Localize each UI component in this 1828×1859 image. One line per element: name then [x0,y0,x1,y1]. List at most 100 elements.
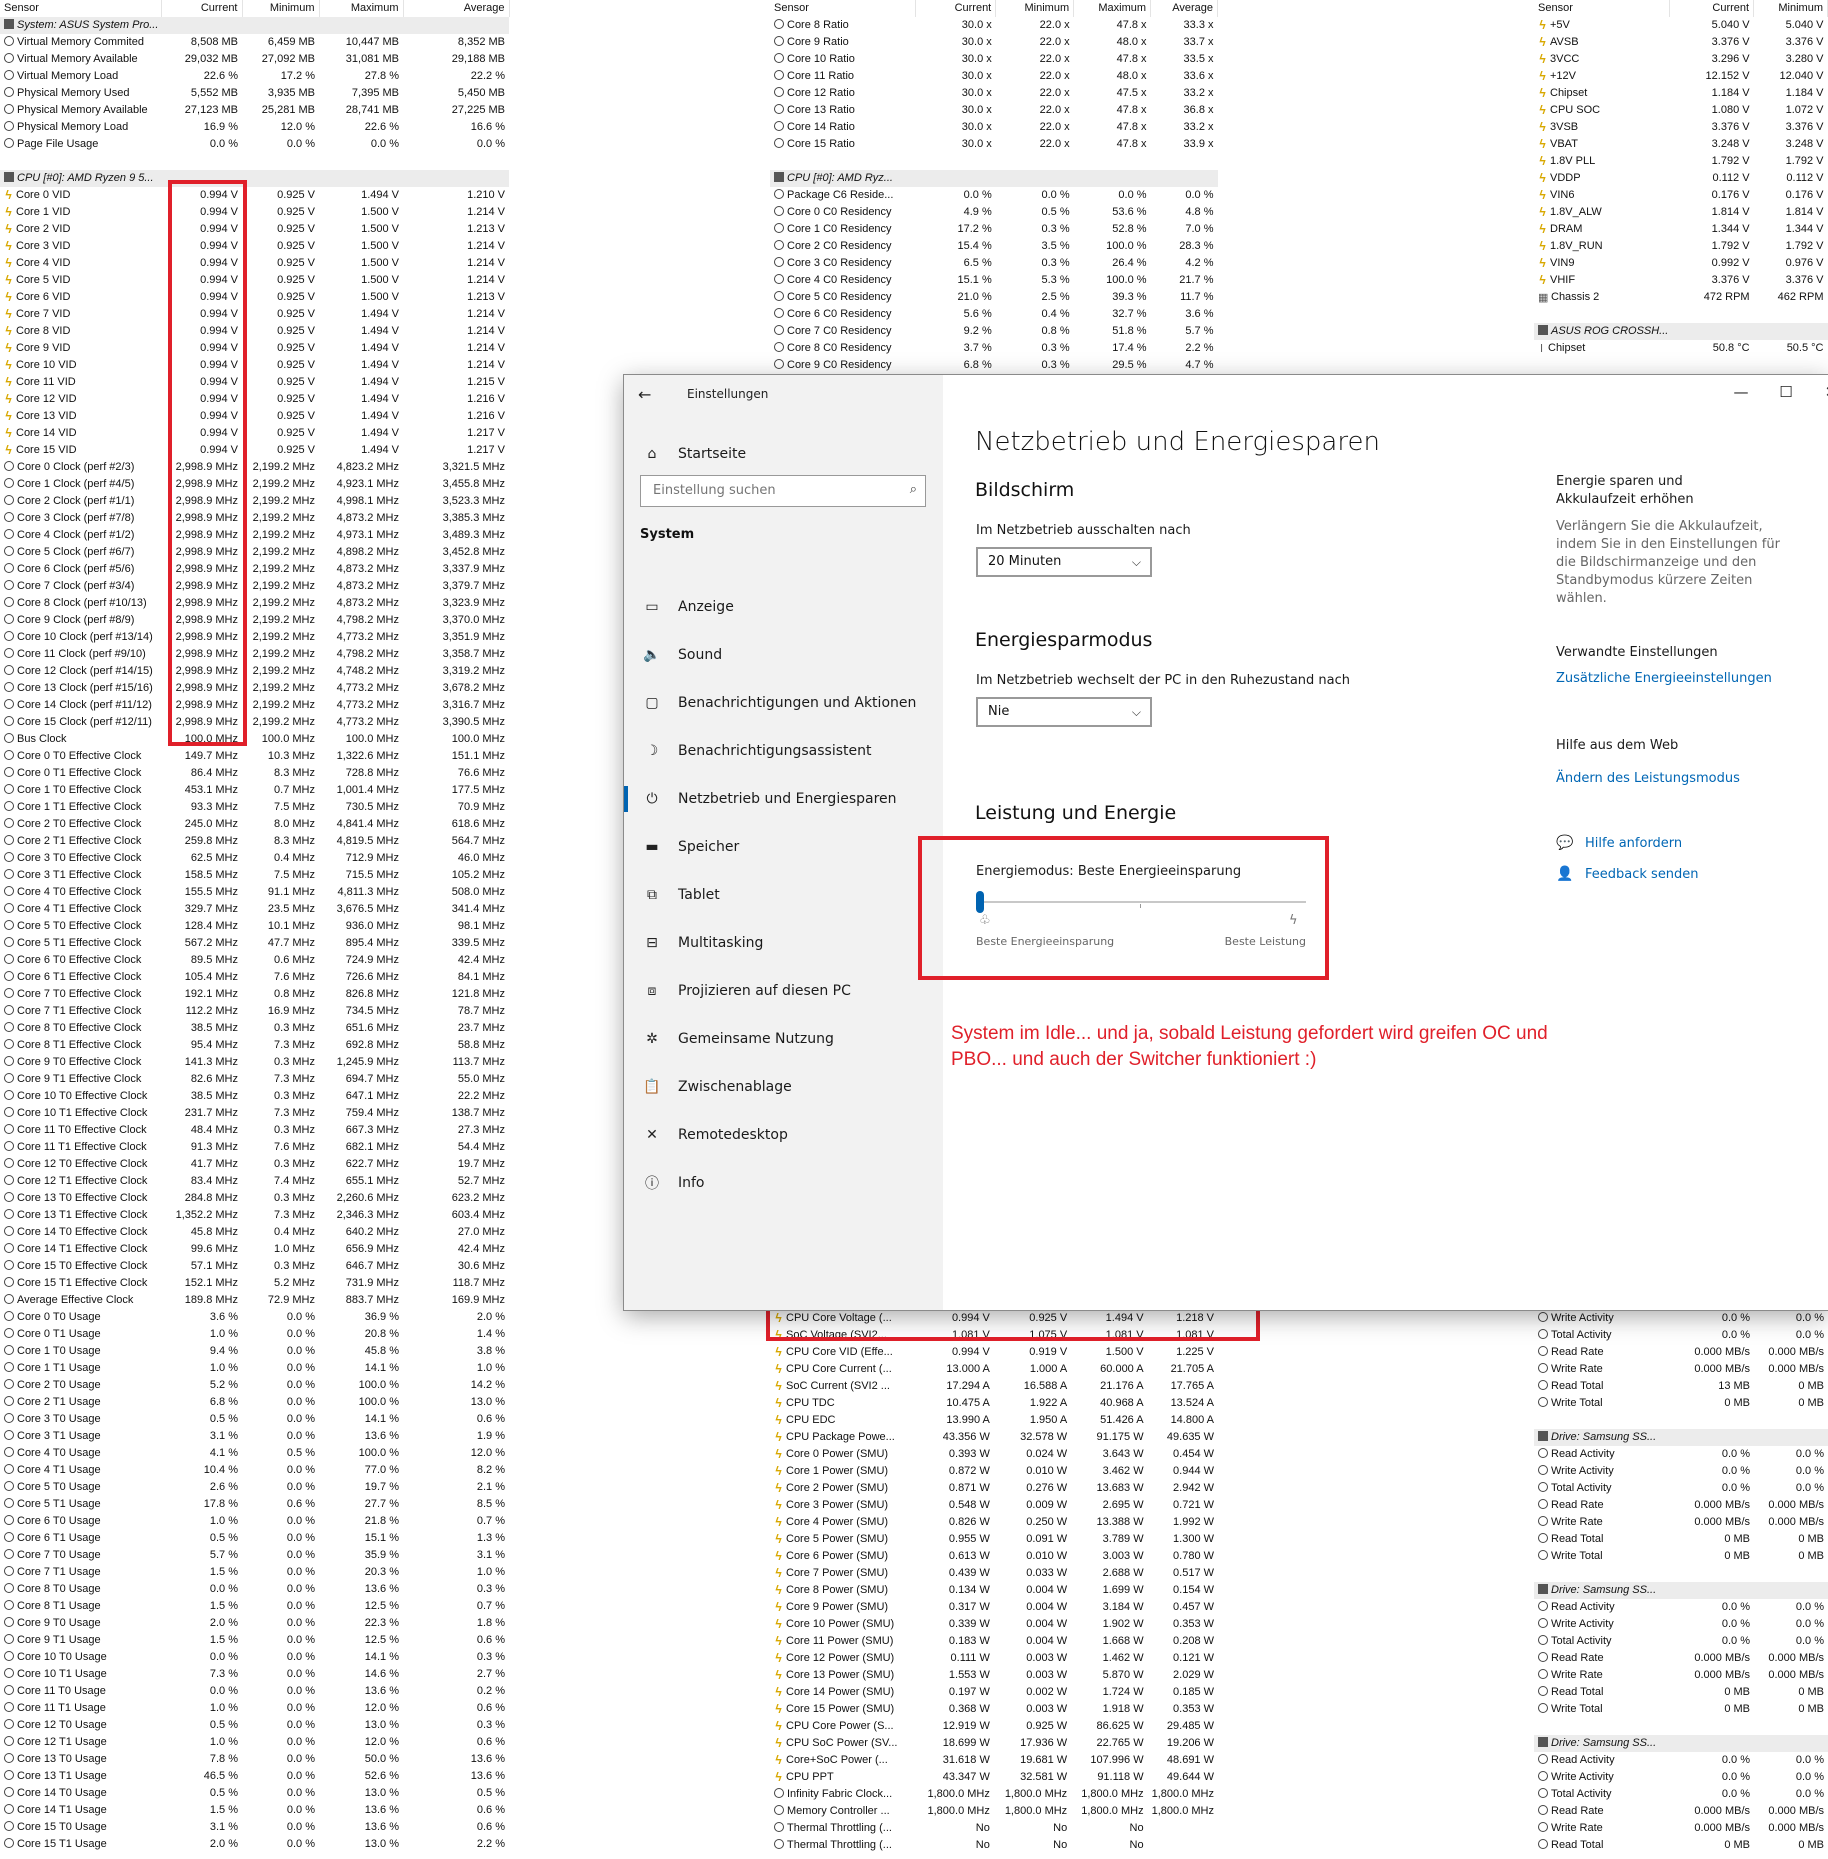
nav-item-message[interactable]: ▢ Benachrichtigungen und Aktionen [640,690,916,716]
table-row[interactable]: Core 7 T0 Usage 5.7 % 0.0 % 35.9 % 3.1 % [0,1547,509,1564]
table-row[interactable]: ϟ Core 10 Power (SMU) 0.339 W 0.004 W 1.902 … [770,1616,1218,1633]
table-row[interactable]: ϟ Core 9 Power (SMU) 0.317 W 0.004 W 3.184 W… [770,1599,1218,1616]
nav-home[interactable]: ⌂ Startseite [640,441,747,467]
table-row[interactable]: Core 13 T1 Usage 46.5 % 0.0 % 52.6 % 13.6 % [0,1768,509,1785]
table-row[interactable]: Core 4 T0 Effective Clock 155.5 MHz 91.1 M… [0,884,509,901]
table-row[interactable]: ϟ Core 5 Power (SMU) 0.955 W 0.091 W 3.789 W… [770,1531,1218,1548]
table-row[interactable]: Write Total 0 MB 0 MB [1534,1701,1828,1718]
table-row[interactable]: ϟ Core 14 VID 0.994 V 0.925 V 1.494 V 1.217 V [0,425,509,442]
table-row[interactable]: ϟ Core 11 Power (SMU) 0.183 W 0.004 W 1.668 … [770,1633,1218,1650]
table-row[interactable]: Total Activity 0.0 % 0.0 % [1534,1480,1828,1497]
table-row[interactable]: Bus Clock 100.0 MHz 100.0 MHz 100.0 MHz 100.… [0,731,509,748]
table-row[interactable]: Core 14 T1 Effective Clock 99.6 MHz 1.0 MH… [0,1241,509,1258]
table-row[interactable]: ϟ VIN9 0.992 V 0.976 V [1534,255,1828,272]
table-row[interactable]: ϟ VHIF 3.376 V 3.376 V [1534,272,1828,289]
table-row[interactable]: Core 0 T1 Usage 1.0 % 0.0 % 20.8 % 1.4 % [0,1326,509,1343]
sleep-timeout-dropdown[interactable]: Nie ⌵ [976,697,1152,727]
table-row[interactable]: Core 6 T0 Effective Clock 89.5 MHz 0.6 MHz… [0,952,509,969]
table-row[interactable]: ϟ 3VCC 3.296 V 3.280 V [1534,51,1828,68]
table-row[interactable]: ϟ Core 15 VID 0.994 V 0.925 V 1.494 V 1.217 V [0,442,509,459]
column-header[interactable]: Current [915,0,997,17]
table-row[interactable]: ϟ CPU TDC 10.475 A 1.922 A 40.968 A 13.524 A [770,1395,1218,1412]
table-row[interactable]: Core 6 T1 Effective Clock 105.4 MHz 7.6 MH… [0,969,509,986]
table-row[interactable]: ǀ Chipset 50.8 °C 50.5 °C [1534,340,1828,357]
table-row[interactable]: Package C6 Reside... 0.0 % 0.0 % 0.0 % 0.0 % [770,187,1218,204]
table-row[interactable]: ϟ Core 12 Power (SMU) 0.111 W 0.003 W 1.462 … [770,1650,1218,1667]
table-row[interactable]: Core 14 T0 Effective Clock 45.8 MHz 0.4 MH… [0,1224,509,1241]
table-row[interactable]: Physical Memory Load 16.9 % 12.0 % 22.6 % 16… [0,119,509,136]
search-icon[interactable]: ⌕ [910,482,917,497]
table-row[interactable]: ϟ Core 6 VID 0.994 V 0.925 V 1.500 V 1.213 V [0,289,509,306]
nav-item-storage[interactable]: ▬ Speicher [640,834,739,860]
table-row[interactable]: Core 6 C0 Residency 5.6 % 0.4 % 32.7 % 3.6 % [770,306,1218,323]
table-row[interactable]: Core 2 T1 Usage 6.8 % 0.0 % 100.0 % 13.0 % [0,1394,509,1411]
column-header[interactable]: Average [403,0,510,17]
table-row[interactable]: Core 1 T0 Usage 9.4 % 0.0 % 45.8 % 3.8 % [0,1343,509,1360]
table-row[interactable]: ϟ VDDP 0.112 V 0.112 V [1534,170,1828,187]
table-row[interactable]: Core 13 T1 Effective Clock 1,352.2 MHz 7.3… [0,1207,509,1224]
table-row[interactable]: ϟ Core 4 VID 0.994 V 0.925 V 1.500 V 1.214 V [0,255,509,272]
table-row[interactable]: Physical Memory Used 5,552 MB 3,935 MB 7,39… [0,85,509,102]
table-row[interactable]: Core 11 T1 Effective Clock 91.3 MHz 7.6 MH… [0,1139,509,1156]
table-row[interactable]: ϟ 1.8V_ALW 1.814 V 1.814 V [1534,204,1828,221]
table-row[interactable]: Read Total 0 MB 0 MB [1534,1684,1828,1701]
table-row[interactable]: ϟ Core 13 VID 0.994 V 0.925 V 1.494 V 1.216 V [0,408,509,425]
table-row[interactable]: ϟ Core 5 VID 0.994 V 0.925 V 1.500 V 1.214 V [0,272,509,289]
table-row[interactable]: ϟ CPU Core VID (Effe... 0.994 V 0.919 V 1.50… [770,1344,1218,1361]
table-row[interactable]: ϟ 1.8V_RUN 1.792 V 1.792 V [1534,238,1828,255]
table-row[interactable]: Core 2 C0 Residency 15.4 % 3.5 % 100.0 % 28.… [770,238,1218,255]
table-row[interactable]: Core 9 Ratio 30.0 x 22.0 x 48.0 x 33.7 x [770,34,1218,51]
table-row[interactable]: Core 2 T0 Usage 5.2 % 0.0 % 100.0 % 14.2 % [0,1377,509,1394]
table-row[interactable]: Core 12 T0 Usage 0.5 % 0.0 % 13.0 % 0.3 % [0,1717,509,1734]
table-row[interactable]: Virtual Memory Available 29,032 MB 27,092 … [0,51,509,68]
table-row[interactable]: Core 7 T1 Effective Clock 112.2 MHz 16.9 M… [0,1003,509,1020]
table-row[interactable]: Read Activity 0.0 % 0.0 % [1534,1446,1828,1463]
table-row[interactable]: Core 0 T0 Effective Clock 149.7 MHz 10.3 M… [0,748,509,765]
table-row[interactable]: ϟ Core 15 Power (SMU) 0.368 W 0.003 W 1.918 … [770,1701,1218,1718]
table-row[interactable]: Core 12 Clock (perf #14/15) 2,998.9 MHz 2,… [0,663,509,680]
table-row[interactable]: Core 14 Clock (perf #11/12) 2,998.9 MHz 2,… [0,697,509,714]
group-header-row[interactable]: CPU [#0]: AMD Ryz... [770,170,1218,187]
column-header[interactable]: Current [1669,0,1755,17]
table-row[interactable]: Core 0 T1 Effective Clock 86.4 MHz 8.3 MHz… [0,765,509,782]
table-row[interactable]: Core 5 Clock (perf #6/7) 2,998.9 MHz 2,199… [0,544,509,561]
table-row[interactable]: Core 12 T1 Effective Clock 83.4 MHz 7.4 MH… [0,1173,509,1190]
table-row[interactable]: ϟ Core 9 VID 0.994 V 0.925 V 1.494 V 1.214 V [0,340,509,357]
table-row[interactable]: Write Activity 0.0 % 0.0 % [1534,1616,1828,1633]
nav-item-monitor[interactable]: ▭ Anzeige [640,594,733,620]
table-row[interactable]: ϟ Core 2 VID 0.994 V 0.925 V 1.500 V 1.213 V [0,221,509,238]
table-row[interactable]: Core 10 Ratio 30.0 x 22.0 x 47.8 x 33.5 x [770,51,1218,68]
table-row[interactable]: ϟ VIN6 0.176 V 0.176 V [1534,187,1828,204]
table-row[interactable]: Read Rate 0.000 MB/s 0.000 MB/s [1534,1650,1828,1667]
help-link[interactable]: Ändern des Leistungsmodus [1556,771,1740,786]
table-row[interactable]: ϟ Core 1 Power (SMU) 0.872 W 0.010 W 3.462 W… [770,1463,1218,1480]
table-row[interactable]: Total Activity 0.0 % 0.0 % [1534,1786,1828,1803]
table-row[interactable]: Core 15 Clock (perf #12/11) 2,998.9 MHz 2,… [0,714,509,731]
table-row[interactable]: Core 8 Clock (perf #10/13) 2,998.9 MHz 2,1… [0,595,509,612]
table-row[interactable]: Core 5 T1 Usage 17.8 % 0.6 % 27.7 % 8.5 % [0,1496,509,1513]
column-header[interactable]: Maximum [1073,0,1152,17]
table-row[interactable]: ▦ Chassis 2 472 RPM 462 RPM [1534,289,1828,306]
table-row[interactable]: ϟ CPU SOC 1.080 V 1.072 V [1534,102,1828,119]
table-row[interactable]: Core 1 T1 Usage 1.0 % 0.0 % 14.1 % 1.0 % [0,1360,509,1377]
get-help-link[interactable]: Hilfe anfordern [1585,836,1682,851]
table-row[interactable]: Core 13 T0 Usage 7.8 % 0.0 % 50.0 % 13.6 % [0,1751,509,1768]
table-row[interactable]: Core 7 Clock (perf #3/4) 2,998.9 MHz 2,199… [0,578,509,595]
column-header[interactable]: Sensor [1534,0,1671,17]
nav-item-tablet[interactable]: ⧉ Tablet [640,882,720,908]
table-row[interactable]: Core 1 T0 Effective Clock 453.1 MHz 0.7 MH… [0,782,509,799]
column-header[interactable]: Maximum [319,0,404,17]
table-row[interactable]: Core 5 T1 Effective Clock 567.2 MHz 47.7 M… [0,935,509,952]
table-row[interactable]: Core 11 Clock (perf #9/10) 2,998.9 MHz 2,1… [0,646,509,663]
column-header[interactable]: Sensor [770,0,917,17]
nav-item-power[interactable]: ⏻ Netzbetrieb und Energiesparen [640,786,896,812]
table-row[interactable]: Core 15 Ratio 30.0 x 22.0 x 47.8 x 33.9 x [770,136,1218,153]
table-row[interactable]: Core 5 T0 Effective Clock 128.4 MHz 10.1 M… [0,918,509,935]
table-row[interactable]: Core 2 T0 Effective Clock 245.0 MHz 8.0 MH… [0,816,509,833]
table-row[interactable]: Read Rate 0.000 MB/s 0.000 MB/s [1534,1803,1828,1820]
table-row[interactable]: Core 6 T1 Usage 0.5 % 0.0 % 15.1 % 1.3 % [0,1530,509,1547]
table-row[interactable]: Virtual Memory Load 22.6 % 17.2 % 27.8 % 22.… [0,68,509,85]
table-row[interactable]: Core 13 T0 Effective Clock 284.8 MHz 0.3 M… [0,1190,509,1207]
table-row[interactable]: ϟ CPU Core Power (S... 12.919 W 0.925 W 86.6… [770,1718,1218,1735]
minimize-icon[interactable]: — [1729,383,1753,401]
